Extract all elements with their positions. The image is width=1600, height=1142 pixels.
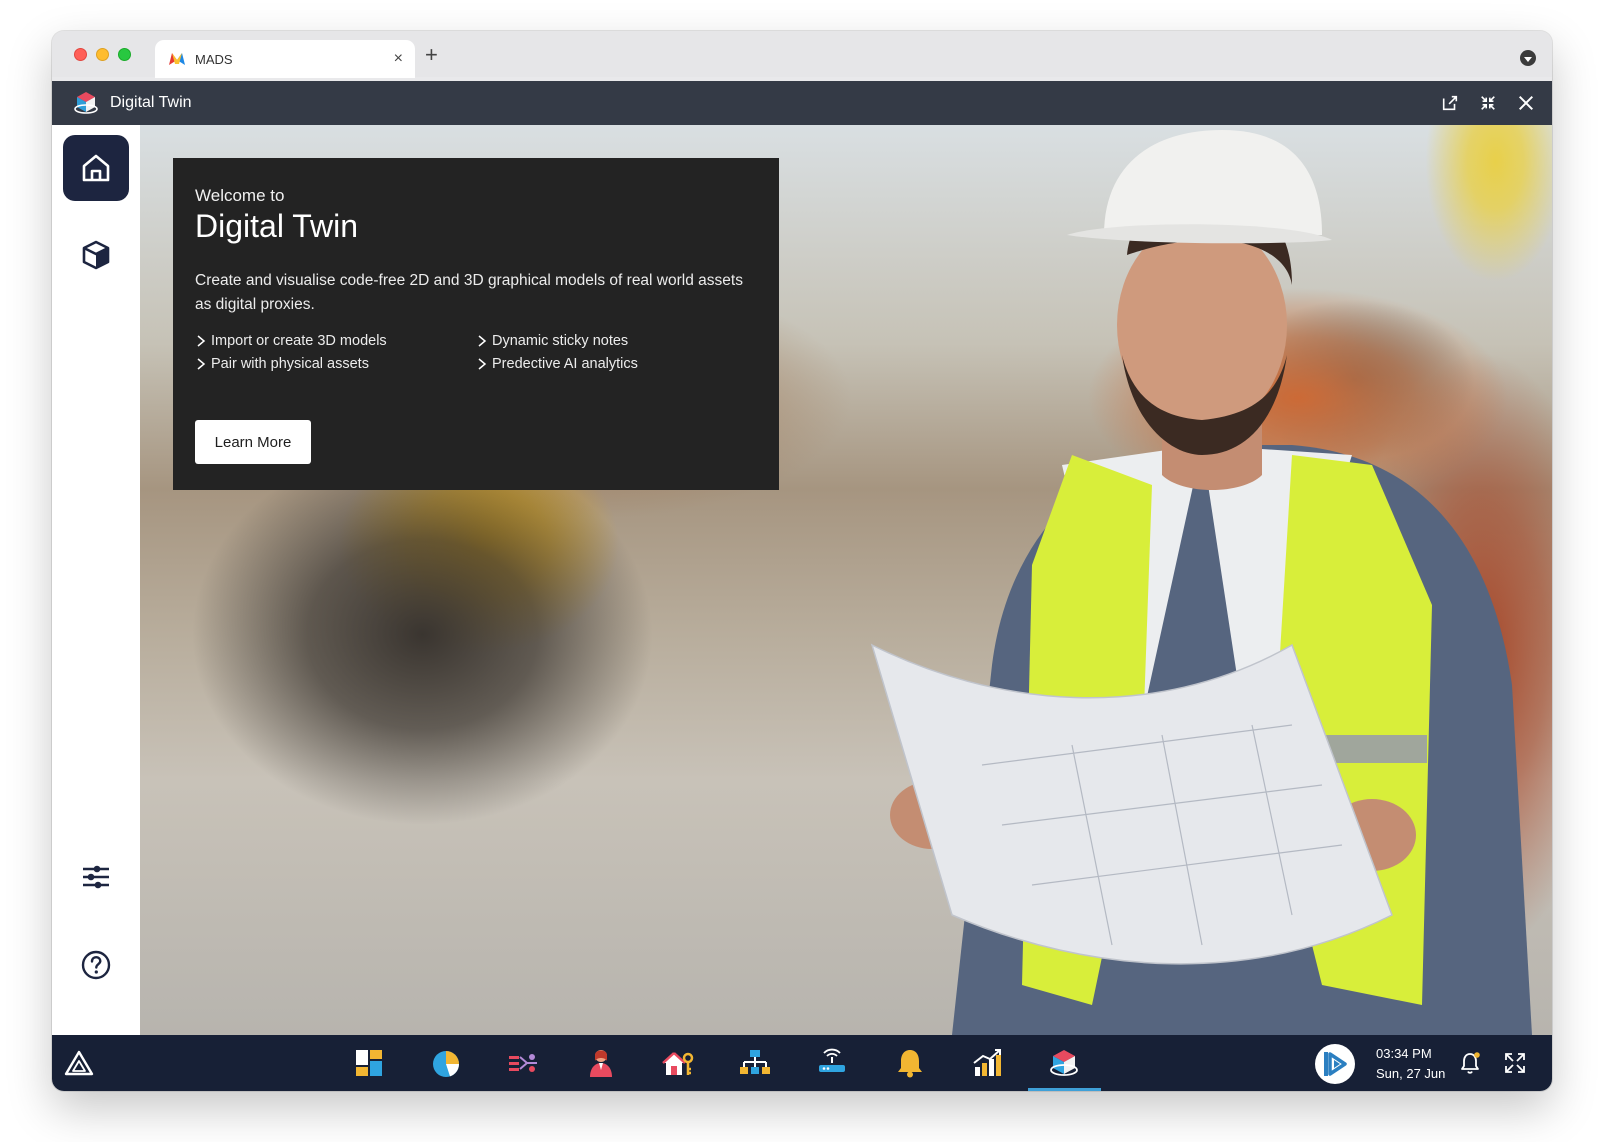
feature-item: Import or create 3D models (195, 331, 476, 350)
dock-item-hierarchy[interactable] (716, 1035, 793, 1091)
feature-label: Predective AI analytics (492, 355, 638, 372)
browser-window: MADS × + Digital Twin Welcome to Digital… (52, 31, 1552, 1091)
close-icon[interactable] (1516, 93, 1536, 113)
dock-item-devices[interactable] (794, 1035, 871, 1091)
welcome-pretitle: Welcome to (195, 186, 285, 205)
home-key-icon (661, 1052, 694, 1075)
bell-alert-icon (897, 1050, 922, 1078)
dock-item-analytics[interactable] (407, 1035, 484, 1091)
feature-item: Predective AI analytics (476, 354, 746, 373)
app-header: Digital Twin (52, 81, 1552, 125)
growth-chart-icon (973, 1049, 1002, 1076)
sliders-icon (83, 865, 109, 889)
chevron-right-icon (478, 334, 487, 347)
feature-item: Dynamic sticky notes (476, 331, 746, 350)
sidebar (52, 125, 140, 1035)
clock-date: Sun, 27 Jun (1376, 1066, 1446, 1081)
chevron-right-icon (197, 357, 206, 370)
sidebar-item-home[interactable] (63, 135, 129, 201)
person-icon (589, 1050, 612, 1077)
triangle-icon[interactable] (64, 1049, 94, 1077)
browser-menu-icon[interactable] (1520, 50, 1536, 66)
welcome-title: Digital Twin (195, 208, 359, 244)
user-avatar[interactable] (1315, 1044, 1355, 1084)
dock-item-alerts[interactable] (871, 1035, 948, 1091)
app-dock (330, 1035, 1103, 1091)
taskbar: 03:34 PM Sun, 27 Jun (52, 1035, 1552, 1091)
popout-icon[interactable] (1440, 93, 1460, 113)
router-icon (819, 1048, 846, 1072)
browser-tab-bar: MADS × + (52, 31, 1552, 78)
minimize-window-button[interactable] (96, 48, 109, 61)
learn-more-button[interactable]: Learn More (195, 420, 311, 464)
welcome-description: Create and visualise code-free 2D and 3D… (195, 272, 743, 313)
main-content: Welcome to Digital Twin Create and visua… (52, 125, 1552, 1035)
new-tab-button[interactable]: + (425, 44, 438, 66)
dock-item-property[interactable] (639, 1035, 716, 1091)
notification-bell-icon[interactable] (1458, 1051, 1482, 1075)
feature-item: Pair with physical assets (195, 354, 476, 373)
digital-twin-icon (1050, 1050, 1079, 1076)
mads-favicon-icon (169, 53, 185, 65)
dashboard-tiles-icon (355, 1050, 382, 1076)
dock-item-reports[interactable] (948, 1035, 1025, 1091)
org-chart-icon (740, 1050, 771, 1074)
chevron-right-icon (478, 357, 487, 370)
construction-worker-image (870, 130, 1532, 1035)
feature-label: Pair with physical assets (211, 355, 369, 372)
pie-chart-icon (432, 1051, 459, 1077)
user-logo-icon (1316, 1045, 1354, 1083)
header-actions (1440, 81, 1536, 125)
collapse-icon[interactable] (1478, 93, 1498, 113)
feature-label: Import or create 3D models (211, 332, 387, 349)
welcome-card: Welcome to Digital Twin Create and visua… (173, 158, 779, 490)
browser-tab-title: MADS (195, 51, 233, 67)
chevron-right-icon (197, 334, 206, 347)
sidebar-item-settings[interactable] (63, 844, 129, 910)
cube-icon (82, 240, 110, 270)
dock-item-dashboard[interactable] (330, 1035, 407, 1091)
close-window-button[interactable] (74, 48, 87, 61)
dock-item-data-flow[interactable] (485, 1035, 562, 1091)
sidebar-item-models[interactable] (63, 222, 129, 288)
zoom-window-button[interactable] (118, 48, 131, 61)
dock-item-users[interactable] (562, 1035, 639, 1091)
home-icon (82, 154, 110, 182)
feature-label: Dynamic sticky notes (492, 332, 629, 349)
question-circle-icon (81, 950, 111, 980)
browser-tab[interactable]: MADS × (155, 40, 415, 78)
feature-list: Import or create 3D models Dynamic stick… (195, 331, 757, 373)
app-title: Digital Twin (110, 94, 192, 111)
sidebar-item-help[interactable] (63, 932, 129, 998)
data-flow-icon (509, 1054, 538, 1072)
clock: 03:34 PM Sun, 27 Jun (1376, 1044, 1445, 1084)
fullscreen-icon[interactable] (1504, 1052, 1526, 1074)
dock-item-digital-twin[interactable] (1026, 1035, 1103, 1091)
clock-time: 03:34 PM (1376, 1046, 1432, 1061)
tab-close-icon[interactable]: × (394, 50, 403, 68)
digital-twin-logo-icon (74, 92, 98, 114)
